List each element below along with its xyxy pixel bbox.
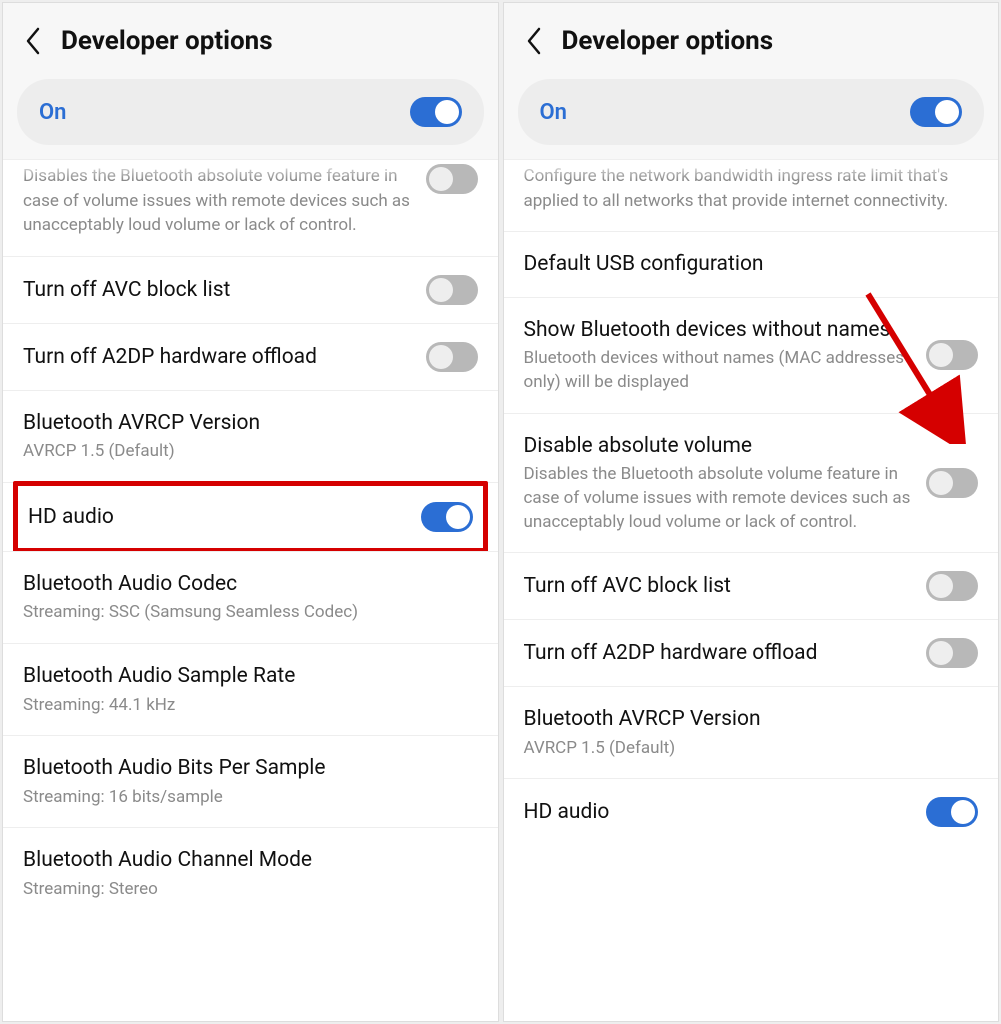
- item-primary: Turn off A2DP hardware offload: [23, 343, 412, 371]
- header: Developer options: [3, 3, 498, 79]
- item-toggle[interactable]: [426, 275, 478, 305]
- page-title: Developer options: [61, 26, 273, 56]
- list-item[interactable]: Default USB configuration: [504, 232, 999, 297]
- item-toggle[interactable]: [926, 571, 978, 601]
- left-screenshot: Developer options On Disables the Blueto…: [2, 2, 499, 1022]
- item-toggle[interactable]: [926, 638, 978, 668]
- item-primary: Bluetooth AVRCP Version: [524, 705, 979, 733]
- highlight-annotation: HD audio: [13, 481, 488, 553]
- list-item[interactable]: Bluetooth Audio Sample Rate Streaming: 4…: [3, 644, 498, 736]
- item-secondary: Streaming: SSC (Samsung Seamless Codec): [23, 601, 478, 625]
- list-item-hd-audio[interactable]: HD audio: [504, 779, 999, 845]
- header: Developer options: [504, 3, 999, 79]
- back-button[interactable]: [13, 21, 53, 61]
- list-item[interactable]: Bluetooth Audio Codec Streaming: SSC (Sa…: [3, 551, 498, 644]
- list-item[interactable]: Turn off AVC block list: [504, 553, 999, 620]
- item-toggle[interactable]: [926, 797, 978, 827]
- item-primary: Bluetooth Audio Channel Mode: [23, 846, 478, 874]
- item-primary: HD audio: [524, 798, 913, 826]
- item-toggle[interactable]: [926, 468, 978, 498]
- settings-list[interactable]: Configure the network bandwidth ingress …: [504, 159, 999, 1021]
- item-primary: Disable absolute volume: [524, 432, 913, 460]
- item-primary: Turn off AVC block list: [524, 572, 913, 600]
- list-item[interactable]: Show Bluetooth devices without names Blu…: [504, 298, 999, 414]
- item-secondary: Disables the Bluetooth absolute volume f…: [524, 463, 913, 534]
- list-item-hd-audio[interactable]: HD audio: [18, 486, 483, 548]
- list-item[interactable]: Bluetooth AVRCP Version AVRCP 1.5 (Defau…: [3, 391, 498, 483]
- master-toggle-label: On: [39, 100, 66, 125]
- settings-list[interactable]: Disables the Bluetooth absolute volume f…: [3, 159, 498, 1021]
- item-primary: Bluetooth Audio Codec: [23, 570, 478, 598]
- item-partial-text: Configure the network bandwidth ingress …: [524, 164, 979, 213]
- list-item[interactable]: Bluetooth Audio Channel Mode Streaming: …: [3, 828, 498, 919]
- item-primary: Bluetooth AVRCP Version: [23, 409, 478, 437]
- item-toggle[interactable]: [926, 340, 978, 370]
- item-partial[interactable]: Configure the network bandwidth ingress …: [504, 160, 999, 232]
- item-primary: Turn off AVC block list: [23, 276, 412, 304]
- item-partial-text: Disables the Bluetooth absolute volume f…: [23, 164, 412, 238]
- master-toggle-label: On: [540, 100, 567, 125]
- master-toggle[interactable]: [410, 97, 462, 127]
- master-toggle-strip[interactable]: On: [518, 79, 985, 145]
- item-secondary: AVRCP 1.5 (Default): [524, 737, 979, 761]
- back-button[interactable]: [514, 21, 554, 61]
- item-partial-toggle[interactable]: [426, 164, 478, 194]
- right-screenshot: Developer options On Configure the netwo…: [503, 2, 1000, 1022]
- item-toggle[interactable]: [421, 502, 473, 532]
- chevron-left-icon: [24, 27, 42, 55]
- list-item[interactable]: Bluetooth Audio Bits Per Sample Streamin…: [3, 736, 498, 828]
- item-primary: Turn off A2DP hardware offload: [524, 639, 913, 667]
- item-primary: Default USB configuration: [524, 250, 979, 278]
- item-primary: Bluetooth Audio Sample Rate: [23, 662, 478, 690]
- list-item-disable-absolute-volume[interactable]: Disable absolute volume Disables the Blu…: [504, 414, 999, 554]
- list-item[interactable]: Bluetooth AVRCP Version AVRCP 1.5 (Defau…: [504, 687, 999, 779]
- item-secondary: Streaming: 44.1 kHz: [23, 694, 478, 718]
- master-toggle-strip[interactable]: On: [17, 79, 484, 145]
- page-title: Developer options: [562, 26, 774, 56]
- item-secondary: AVRCP 1.5 (Default): [23, 440, 478, 464]
- chevron-left-icon: [525, 27, 543, 55]
- item-primary: Bluetooth Audio Bits Per Sample: [23, 754, 478, 782]
- item-secondary: Streaming: 16 bits/sample: [23, 786, 478, 810]
- item-primary: HD audio: [28, 503, 407, 531]
- master-toggle[interactable]: [910, 97, 962, 127]
- item-toggle[interactable]: [426, 342, 478, 372]
- item-primary: Show Bluetooth devices without names: [524, 316, 913, 344]
- item-secondary: Bluetooth devices without names (MAC add…: [524, 347, 913, 395]
- list-item[interactable]: Turn off AVC block list: [3, 257, 498, 324]
- item-secondary: Streaming: Stereo: [23, 878, 478, 902]
- list-item[interactable]: Turn off A2DP hardware offload: [3, 324, 498, 391]
- item-partial[interactable]: Disables the Bluetooth absolute volume f…: [3, 160, 498, 257]
- list-item[interactable]: Turn off A2DP hardware offload: [504, 620, 999, 687]
